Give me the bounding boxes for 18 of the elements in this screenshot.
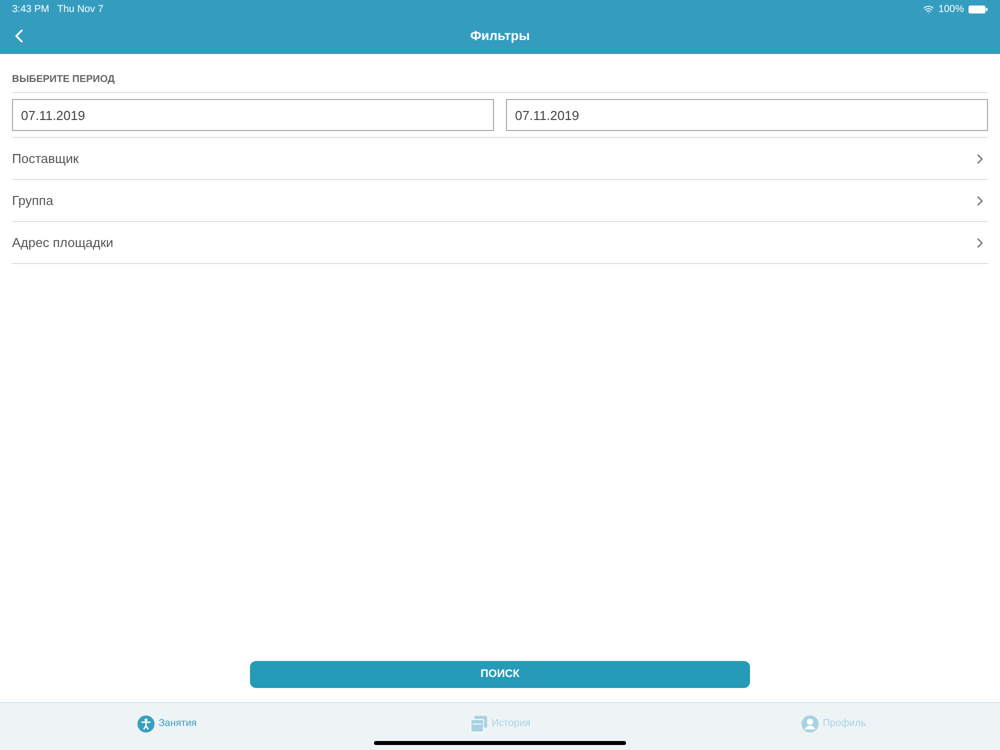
stacked-cards-icon xyxy=(470,714,488,732)
wifi-icon xyxy=(923,4,934,14)
filter-label: Адрес площадки xyxy=(12,234,114,252)
date-field[interactable]: 07.11.2019 xyxy=(506,99,988,131)
filter-row[interactable]: Группа xyxy=(12,180,988,222)
nav-title: Фильтры xyxy=(470,27,530,46)
section-header: ВЫБЕРИТЕ ПЕРИОД xyxy=(12,54,988,93)
filter-label: Группа xyxy=(12,192,54,210)
person-icon xyxy=(136,714,155,732)
battery-level: 100% xyxy=(938,2,964,16)
filter-row[interactable]: Адрес площадки xyxy=(12,222,988,264)
status-time: 3:43 PM xyxy=(12,2,50,16)
filter-label: Поставщик xyxy=(12,150,80,168)
user-icon xyxy=(800,714,819,732)
status-date: Thu Nov 7 xyxy=(57,2,104,16)
date-field[interactable]: 07.11.2019 xyxy=(12,99,494,131)
filter-row[interactable]: Поставщик xyxy=(12,138,988,180)
battery-icon xyxy=(968,4,988,14)
